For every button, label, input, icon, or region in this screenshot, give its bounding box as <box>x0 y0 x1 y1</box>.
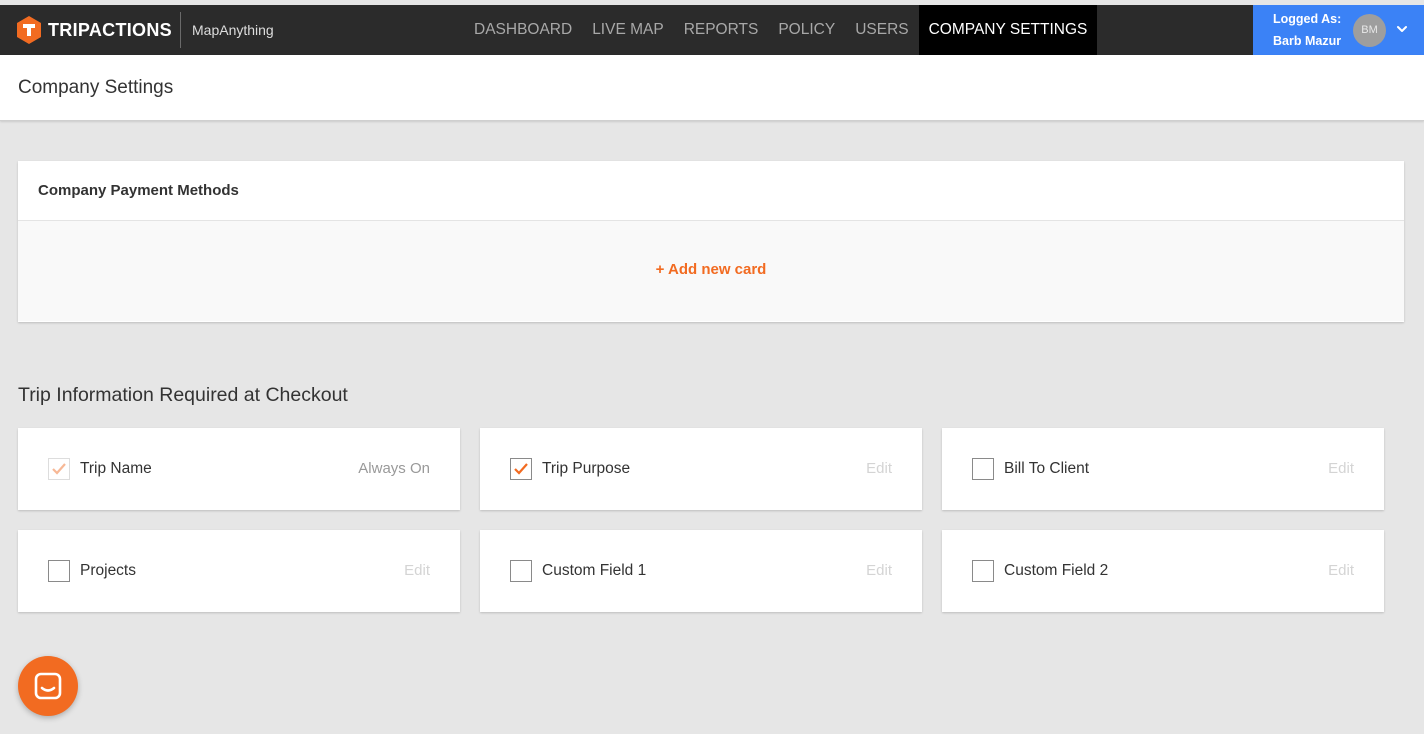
nav-users[interactable]: USERS <box>845 5 918 55</box>
checkmark-icon <box>514 463 528 475</box>
edit-link[interactable]: Edit <box>866 460 892 477</box>
nav-company-settings[interactable]: COMPANY SETTINGS <box>918 5 1098 55</box>
projects-checkbox[interactable] <box>48 560 70 582</box>
payment-methods-card: Company Payment Methods + Add new card <box>18 161 1404 322</box>
chevron-down-icon[interactable] <box>1395 22 1409 36</box>
chat-button[interactable] <box>18 656 78 716</box>
field-card-bill-to-client: Bill To Client Edit <box>942 428 1384 510</box>
field-label: Custom Field 1 <box>542 562 647 579</box>
field-label: Trip Name <box>80 460 152 477</box>
nav-dashboard[interactable]: DASHBOARD <box>464 5 582 55</box>
trip-purpose-checkbox[interactable] <box>510 458 532 480</box>
user-name: Barb Mazur <box>1273 34 1342 48</box>
page-header: Company Settings <box>0 55 1424 121</box>
payment-methods-body: + Add new card <box>18 221 1404 321</box>
field-label: Projects <box>80 562 136 579</box>
bill-to-client-checkbox[interactable] <box>972 458 994 480</box>
custom-field-1-checkbox[interactable] <box>510 560 532 582</box>
field-card-projects: Projects Edit <box>18 530 460 612</box>
tripactions-logo-icon <box>17 16 41 44</box>
checkmark-icon <box>52 463 66 475</box>
logo-text: TRIPACTIONS <box>48 19 172 40</box>
trip-name-checkbox <box>48 458 70 480</box>
always-on-label: Always On <box>358 460 430 477</box>
field-label: Trip Purpose <box>542 460 631 477</box>
nav-live-map[interactable]: LIVE MAP <box>582 5 674 55</box>
checkout-section-title: Trip Information Required at Checkout <box>18 384 348 406</box>
edit-link[interactable]: Edit <box>1328 562 1354 579</box>
payment-methods-title: Company Payment Methods <box>18 161 1404 221</box>
edit-link[interactable]: Edit <box>866 562 892 579</box>
header-divider <box>180 12 181 48</box>
main-nav: DASHBOARD LIVE MAP REPORTS POLICY USERS … <box>464 5 1098 55</box>
nav-reports[interactable]: REPORTS <box>674 5 769 55</box>
logged-as-label: Logged As: <box>1273 12 1342 26</box>
edit-link[interactable]: Edit <box>1328 460 1354 477</box>
field-card-trip-purpose: Trip Purpose Edit <box>480 428 922 510</box>
nav-policy[interactable]: POLICY <box>768 5 845 55</box>
custom-field-2-checkbox[interactable] <box>972 560 994 582</box>
field-card-custom-field-1: Custom Field 1 Edit <box>480 530 922 612</box>
top-nav-bar: TRIPACTIONS MapAnything DASHBOARD LIVE M… <box>0 5 1424 55</box>
company-name: MapAnything <box>192 22 274 38</box>
logo[interactable]: TRIPACTIONS <box>14 14 172 46</box>
page-title: Company Settings <box>18 77 174 98</box>
field-label: Custom Field 2 <box>1004 562 1109 579</box>
edit-link[interactable]: Edit <box>404 562 430 579</box>
field-card-trip-name: Trip Name Always On <box>18 428 460 510</box>
chat-icon <box>34 672 62 700</box>
user-menu[interactable]: Logged As: Barb Mazur BM <box>1253 5 1424 55</box>
add-new-card-link[interactable]: + Add new card <box>18 261 1404 278</box>
avatar[interactable]: BM <box>1353 14 1386 47</box>
field-label: Bill To Client <box>1004 460 1090 477</box>
field-card-custom-field-2: Custom Field 2 Edit <box>942 530 1384 612</box>
